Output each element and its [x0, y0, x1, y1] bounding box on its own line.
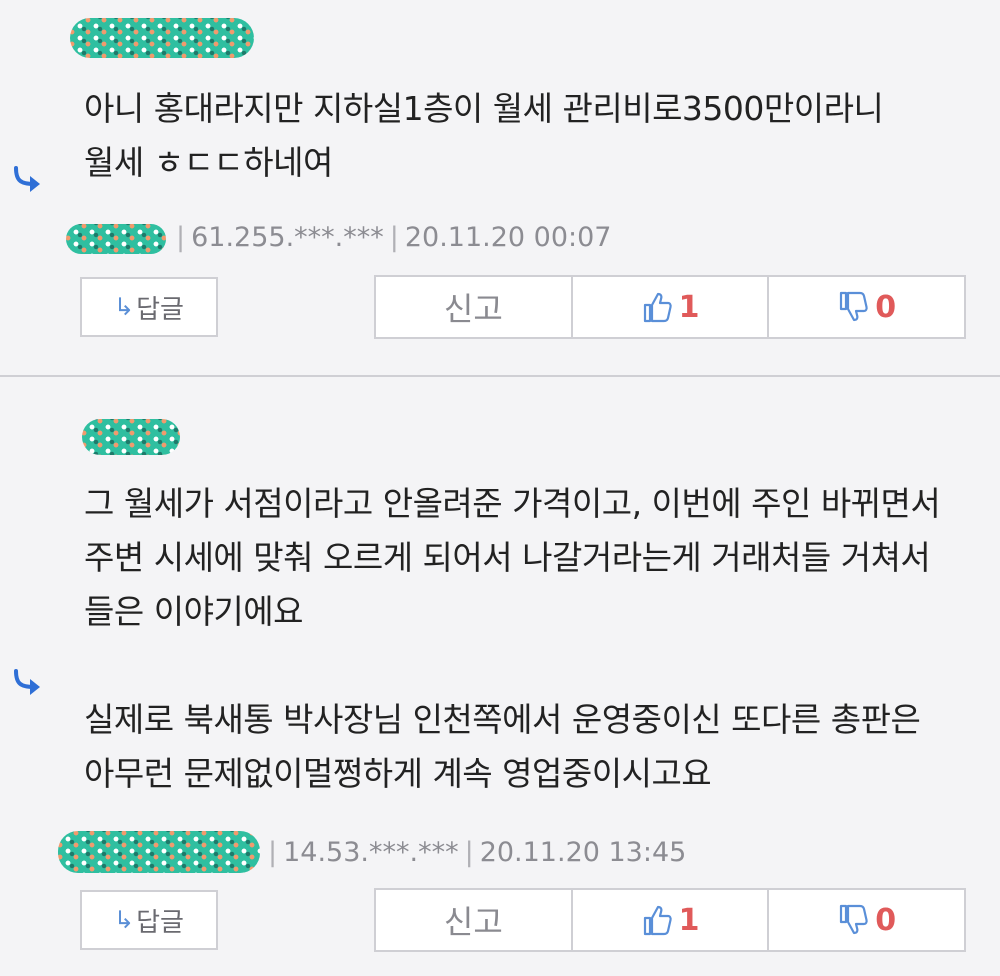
- comment-1: 아니 홍대라지만 지하실1층이 월세 관리비로3500만이라니 월세 ㅎㄷㄷ하네…: [0, 0, 1000, 375]
- redacted-nickname: [70, 18, 254, 58]
- redacted-nickname: [82, 419, 180, 455]
- comment-2: 그 월세가 서점이라고 안올려준 가격이고, 이번에 주인 바뀌면서 주변 시세…: [0, 377, 1000, 976]
- reply-arrow-icon: ↳: [114, 906, 135, 934]
- timestamp: 20.11.20 13:45: [479, 837, 687, 868]
- reply-arrow-icon: ↳: [114, 293, 135, 321]
- thumbs-down-icon: [840, 291, 868, 322]
- comment-meta: | 14.53.***.*** | 20.11.20 13:45: [268, 837, 687, 868]
- redacted-author: [66, 224, 166, 254]
- reply-label: 답글: [136, 907, 184, 938]
- ip-address: 14.53.***.***: [283, 837, 459, 868]
- reply-button[interactable]: ↳ 답글: [80, 890, 218, 950]
- reply-arrow-icon: [10, 162, 46, 198]
- thumbs-down-icon: [840, 904, 868, 935]
- like-button[interactable]: 1: [572, 275, 770, 339]
- thumbs-up-icon: [643, 292, 672, 323]
- reply-label: 답글: [136, 294, 184, 325]
- like-count: 1: [678, 289, 700, 325]
- dislike-button[interactable]: 0: [769, 275, 967, 339]
- vote-group: 신고 1 0: [374, 888, 967, 952]
- report-label: 신고: [443, 903, 503, 941]
- dislike-button[interactable]: 0: [769, 888, 967, 952]
- thumbs-up-icon: [643, 905, 672, 936]
- vote-group: 신고 1 0: [374, 275, 967, 339]
- like-count: 1: [678, 902, 700, 938]
- report-label: 신고: [443, 290, 503, 328]
- report-button[interactable]: 신고: [374, 275, 573, 339]
- redacted-author: [58, 831, 260, 873]
- comment-body: 아니 홍대라지만 지하실1층이 월세 관리비로3500만이라니 월세 ㅎㄷㄷ하네…: [84, 89, 884, 182]
- comment-body: 그 월세가 서점이라고 안올려준 가격이고, 이번에 주인 바뀌면서 주변 시세…: [84, 484, 941, 793]
- reply-arrow-icon: [10, 665, 46, 701]
- report-button[interactable]: 신고: [374, 888, 573, 952]
- ip-address: 61.255.***.***: [191, 222, 384, 253]
- dislike-count: 0: [875, 289, 897, 325]
- timestamp: 20.11.20 00:07: [404, 222, 612, 253]
- reply-button[interactable]: ↳ 답글: [80, 277, 218, 337]
- dislike-count: 0: [875, 902, 897, 938]
- like-button[interactable]: 1: [572, 888, 770, 952]
- comment-meta: | 61.255.***.*** | 20.11.20 00:07: [176, 222, 612, 253]
